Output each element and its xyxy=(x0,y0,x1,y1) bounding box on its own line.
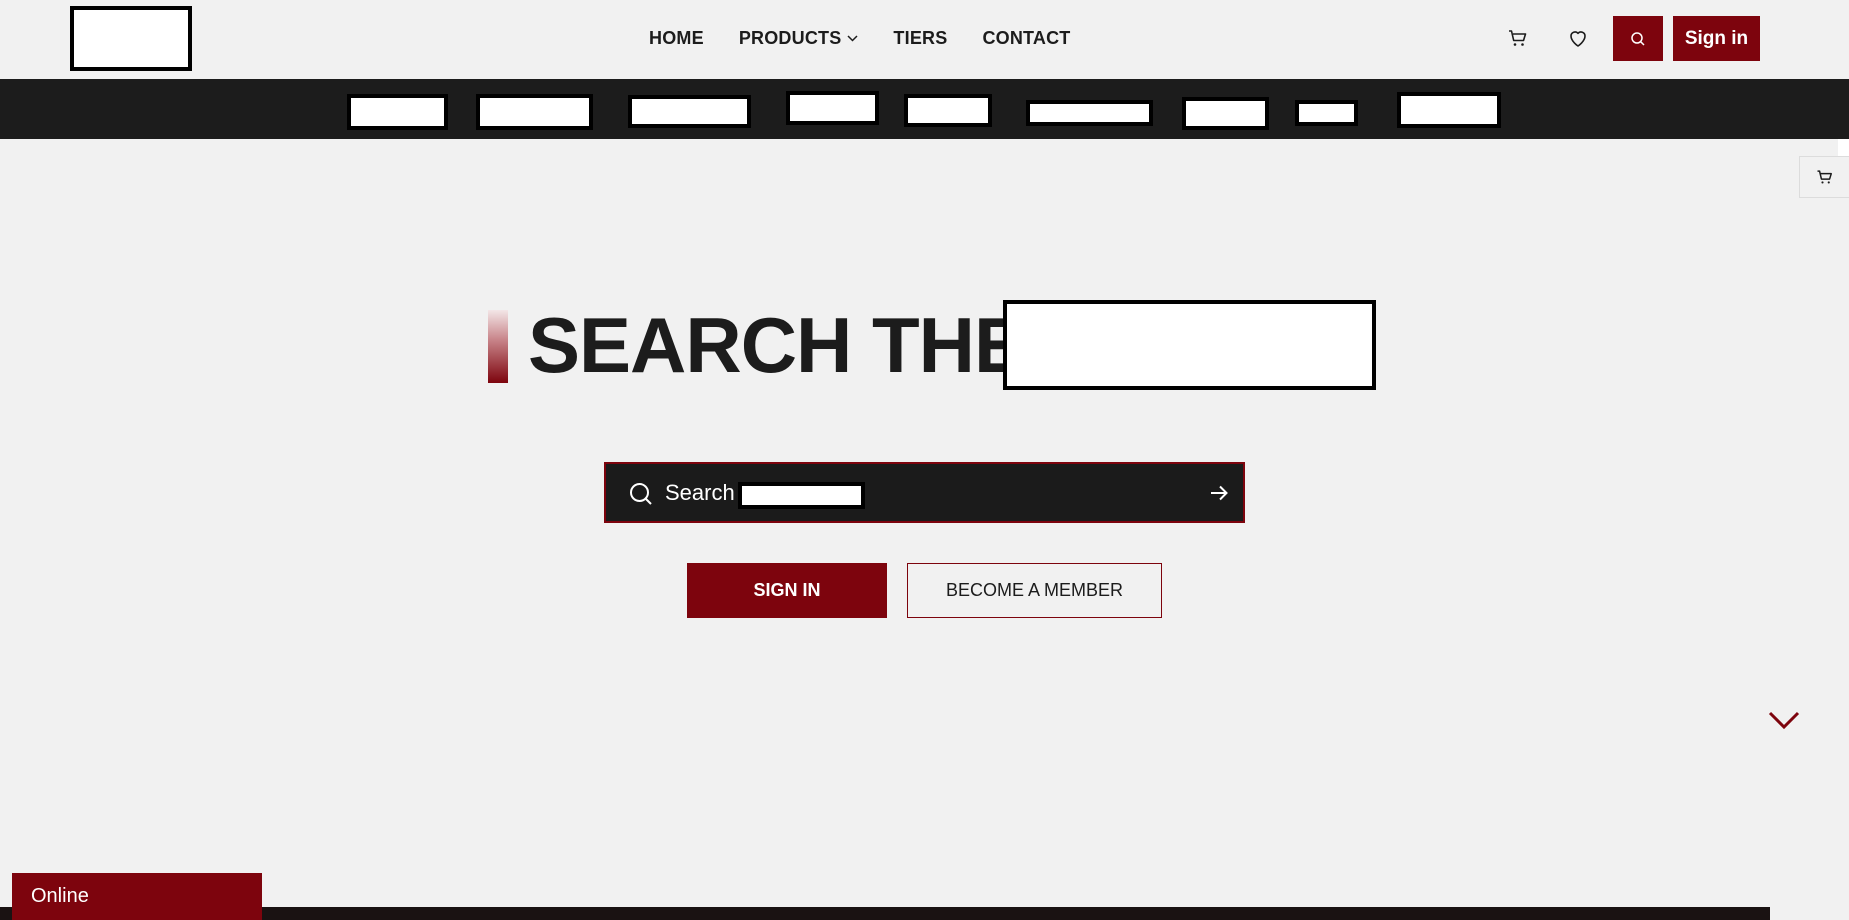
category-item-redacted[interactable] xyxy=(786,91,879,125)
scroll-down-chevron-icon[interactable] xyxy=(1768,710,1800,730)
search-placeholder: Search xyxy=(665,480,735,505)
nav-products[interactable]: PRODUCTS xyxy=(739,28,859,49)
title-accent-bar xyxy=(488,310,508,383)
search-icon xyxy=(1631,31,1645,46)
nav-contact[interactable]: CONTACT xyxy=(982,28,1070,49)
hero-title-redacted xyxy=(1003,300,1376,390)
heart-icon[interactable] xyxy=(1566,26,1590,50)
category-item-redacted[interactable] xyxy=(476,94,593,130)
nav-tiers-label: TIERS xyxy=(893,28,948,48)
arrow-right-icon[interactable] xyxy=(1207,481,1231,505)
header-signin-button[interactable]: Sign in xyxy=(1673,16,1760,61)
chevron-down-icon xyxy=(847,35,858,42)
category-item-redacted[interactable] xyxy=(347,94,448,130)
category-item-redacted[interactable] xyxy=(628,95,751,128)
become-member-button[interactable]: BECOME A MEMBER xyxy=(907,563,1162,618)
header-search-button[interactable] xyxy=(1613,16,1663,61)
logo-redacted[interactable] xyxy=(70,6,192,71)
hero-signin-button[interactable]: SIGN IN xyxy=(687,563,887,618)
online-status-tab[interactable]: Online xyxy=(12,873,262,920)
search-icon xyxy=(630,483,652,505)
cart-icon[interactable] xyxy=(1506,26,1530,50)
nav-home-label: HOME xyxy=(649,28,704,48)
main-nav: HOME PRODUCTS TIERS CONTACT xyxy=(649,28,1106,49)
hero-title: SEARCH THE xyxy=(528,301,1026,389)
footer-strip xyxy=(0,907,1770,920)
cart-icon xyxy=(1817,170,1832,184)
category-item-redacted[interactable] xyxy=(1295,100,1358,126)
category-item-redacted[interactable] xyxy=(1182,97,1269,130)
category-item-redacted[interactable] xyxy=(1397,92,1501,128)
site-header: HOME PRODUCTS TIERS CONTACT Sign in xyxy=(0,0,1849,79)
side-cart-tab[interactable] xyxy=(1799,156,1849,198)
nav-contact-label: CONTACT xyxy=(982,28,1071,48)
search-placeholder-redacted xyxy=(738,482,865,509)
nav-products-label: PRODUCTS xyxy=(738,28,842,48)
category-item-redacted[interactable] xyxy=(904,94,992,127)
category-bar xyxy=(0,79,1849,139)
nav-tiers[interactable]: TIERS xyxy=(893,28,947,49)
nav-home[interactable]: HOME xyxy=(649,28,704,49)
hero-search-bar[interactable]: Search xyxy=(604,462,1245,523)
category-item-redacted[interactable] xyxy=(1026,100,1153,126)
